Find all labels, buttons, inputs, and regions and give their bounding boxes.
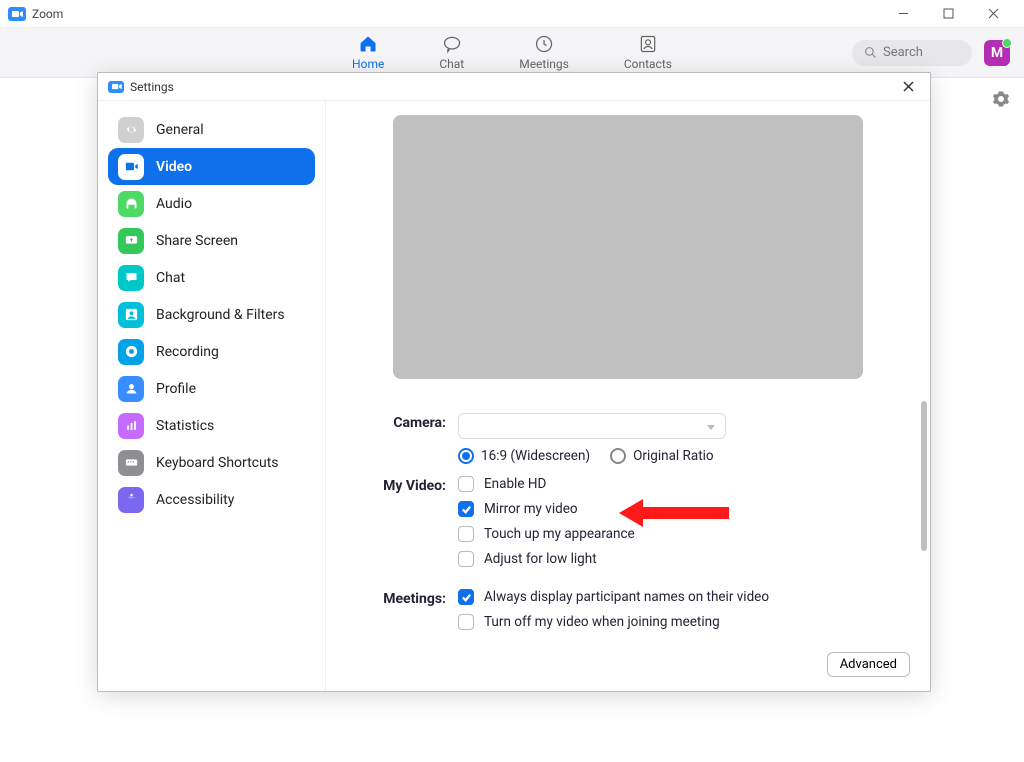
sidebar-item-audio[interactable]: Audio — [108, 185, 315, 222]
close-modal-button[interactable] — [896, 75, 920, 99]
advanced-button[interactable]: Advanced — [827, 652, 910, 677]
settings-sidebar: General Video Audio Share Screen Chat Ba… — [98, 101, 326, 691]
radio-icon — [610, 448, 626, 464]
camera-dropdown[interactable] — [458, 413, 726, 439]
sidebar-item-label: Recording — [156, 344, 219, 360]
lowlight-checkbox[interactable]: Adjust for low light — [458, 551, 890, 567]
sidebar-item-profile[interactable]: Profile — [108, 370, 315, 407]
accessibility-icon — [118, 487, 144, 513]
keyboard-icon — [118, 450, 144, 476]
sidebar-item-label: Share Screen — [156, 233, 238, 249]
zoom-app-icon — [108, 81, 124, 93]
modal-title: Settings — [130, 80, 174, 94]
contacts-icon — [638, 34, 658, 54]
clock-icon — [534, 34, 554, 54]
search-placeholder: Search — [883, 45, 923, 60]
sidebar-item-label: Audio — [156, 196, 192, 212]
maximize-button[interactable] — [926, 0, 971, 28]
close-window-button[interactable] — [971, 0, 1016, 28]
nav-meetings[interactable]: Meetings — [519, 34, 569, 71]
person-square-icon — [118, 302, 144, 328]
settings-content: Camera: 16:9 (Widescreen) Original Ratio — [326, 101, 930, 691]
sidebar-item-general[interactable]: General — [108, 111, 315, 148]
sidebar-item-label: General — [156, 122, 204, 138]
myvideo-label: My Video: — [366, 476, 458, 567]
home-icon — [358, 34, 378, 54]
headphones-icon — [118, 191, 144, 217]
share-screen-icon — [118, 228, 144, 254]
settings-modal: Settings General Video Audio Share Scree… — [97, 72, 931, 692]
window-titlebar: Zoom — [0, 0, 1024, 28]
nav-chat[interactable]: Chat — [439, 34, 464, 71]
search-input[interactable]: Search — [852, 40, 972, 66]
nav-contacts[interactable]: Contacts — [624, 34, 672, 71]
touchup-checkbox[interactable]: Touch up my appearance — [458, 526, 890, 542]
window-title: Zoom — [32, 7, 63, 21]
zoom-app-icon — [8, 7, 26, 21]
turnoff-video-checkbox[interactable]: Turn off my video when joining meeting — [458, 614, 890, 630]
checkbox-icon — [458, 501, 474, 517]
search-icon — [864, 46, 877, 59]
checkbox-label: Touch up my appearance — [484, 526, 635, 542]
gear-icon — [992, 90, 1010, 108]
person-icon — [118, 376, 144, 402]
camera-label: Camera: — [366, 413, 458, 464]
checkbox-label: Mirror my video — [484, 501, 578, 517]
mirror-video-checkbox[interactable]: Mirror my video — [458, 501, 890, 517]
sidebar-item-statistics[interactable]: Statistics — [108, 407, 315, 444]
sidebar-item-background[interactable]: Background & Filters — [108, 296, 315, 333]
checkbox-label: Turn off my video when joining meeting — [484, 614, 720, 630]
sidebar-item-label: Background & Filters — [156, 307, 285, 323]
nav-home[interactable]: Home — [352, 34, 384, 71]
sidebar-item-keyboard[interactable]: Keyboard Shortcuts — [108, 444, 315, 481]
show-names-checkbox[interactable]: Always display participant names on thei… — [458, 589, 890, 605]
ratio-original-option[interactable]: Original Ratio — [610, 448, 714, 464]
chat-icon — [442, 34, 462, 54]
sidebar-item-share-screen[interactable]: Share Screen — [108, 222, 315, 259]
meetings-label: Meetings: — [366, 589, 458, 630]
checkbox-icon — [458, 614, 474, 630]
checkbox-icon — [458, 476, 474, 492]
ratio-169-option[interactable]: 16:9 (Widescreen) — [458, 448, 590, 464]
checkbox-icon — [458, 526, 474, 542]
bar-chart-icon — [118, 413, 144, 439]
settings-gear-button[interactable] — [992, 90, 1010, 112]
sidebar-item-accessibility[interactable]: Accessibility — [108, 481, 315, 518]
scrollbar-thumb[interactable] — [921, 401, 927, 551]
checkbox-label: Adjust for low light — [484, 551, 597, 567]
video-preview — [393, 115, 863, 379]
sidebar-item-label: Statistics — [156, 418, 214, 434]
radio-label: 16:9 (Widescreen) — [481, 448, 590, 464]
modal-header: Settings — [98, 73, 930, 101]
enable-hd-checkbox[interactable]: Enable HD — [458, 476, 890, 492]
sidebar-item-label: Chat — [156, 270, 185, 286]
sidebar-item-label: Keyboard Shortcuts — [156, 455, 279, 471]
checkbox-label: Always display participant names on thei… — [484, 589, 769, 605]
scrollbar[interactable] — [920, 401, 928, 641]
checkbox-icon — [458, 551, 474, 567]
top-navigation: Home Chat Meetings Contacts Search M — [0, 28, 1024, 78]
sidebar-item-label: Video — [156, 159, 192, 175]
sidebar-item-label: Profile — [156, 381, 196, 397]
gear-icon — [118, 117, 144, 143]
minimize-button[interactable] — [881, 0, 926, 28]
sidebar-item-label: Accessibility — [156, 492, 234, 508]
checkbox-label: Enable HD — [484, 476, 546, 492]
record-icon — [118, 339, 144, 365]
sidebar-item-chat[interactable]: Chat — [108, 259, 315, 296]
checkbox-icon — [458, 589, 474, 605]
sidebar-item-recording[interactable]: Recording — [108, 333, 315, 370]
radio-icon — [458, 448, 474, 464]
radio-label: Original Ratio — [633, 448, 714, 464]
sidebar-item-video[interactable]: Video — [108, 148, 315, 185]
video-icon — [118, 154, 144, 180]
user-avatar[interactable]: M — [984, 40, 1010, 66]
chat-bubble-icon — [118, 265, 144, 291]
nav-label: Chat — [439, 57, 464, 71]
nav-label: Contacts — [624, 57, 672, 71]
nav-label: Meetings — [519, 57, 569, 71]
nav-label: Home — [352, 57, 384, 71]
